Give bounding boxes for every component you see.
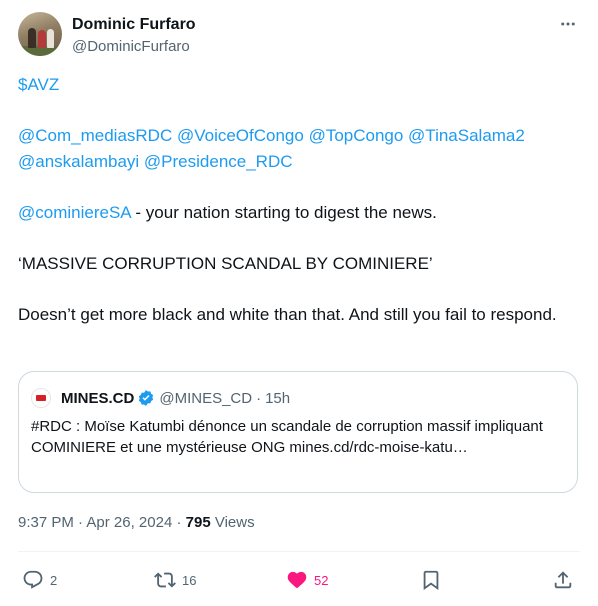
author-handle[interactable]: @DominicFurfaro — [72, 37, 190, 56]
avatar[interactable] — [18, 12, 62, 56]
tweet-header: Dominic Furfaro @DominicFurfaro — [18, 12, 580, 58]
quoted-avatar — [31, 388, 51, 408]
quoted-author-handle: @MINES_CD — [159, 389, 253, 407]
tweet-text-segment: - your nation starting to digest the new… — [130, 203, 437, 222]
repost-button[interactable]: 16 — [154, 564, 196, 596]
quoted-timestamp[interactable]: 15h — [265, 390, 290, 407]
like-count: 52 — [314, 572, 329, 588]
reply-button[interactable]: 2 — [22, 564, 57, 596]
bookmark-icon — [423, 570, 439, 591]
like-button[interactable]: 52 — [286, 564, 328, 596]
share-button[interactable] — [552, 564, 574, 596]
tweet-meta: 9:37 PM · Apr 26, 2024 · 795 Views — [18, 513, 255, 533]
quoted-headline: ‘MASSIVE CORRUPTION SCANDAL BY COMINIERE… — [18, 254, 433, 273]
tweet-time[interactable]: 9:37 PM — [18, 514, 74, 531]
mention-cominiere-link[interactable]: @cominiereSA — [18, 203, 131, 222]
tweet-text: $AVZ @Com_mediasRDC @VoiceOfCongo @TopCo… — [18, 72, 580, 328]
bookmark-button[interactable] — [420, 564, 442, 596]
cashtag-link[interactable]: $AVZ — [18, 75, 59, 94]
tweet-date[interactable]: Apr 26, 2024 — [86, 514, 172, 531]
meta-separator: · — [172, 514, 186, 531]
mentions-link-line1[interactable]: @Com_mediasRDC @VoiceOfCongo @TopCongo @… — [18, 126, 525, 145]
repost-icon — [154, 572, 176, 588]
quoted-author-name: MINES.CD — [61, 389, 135, 407]
reply-icon — [23, 570, 43, 589]
verified-icon — [139, 390, 154, 406]
quoted-tweet-card[interactable]: MINES.CD @MINES_CD · 15h #RDC : Moïse Ka… — [18, 371, 578, 493]
views-label: Views — [210, 514, 255, 531]
heart-icon — [287, 571, 307, 589]
share-icon — [554, 571, 572, 589]
reply-count: 2 — [50, 572, 58, 588]
mentions-link-line2[interactable]: @anskalambayi @Presidence_RDC — [18, 152, 293, 171]
more-icon[interactable] — [558, 14, 578, 34]
quoted-separator: · — [256, 389, 262, 407]
views-count: 795 — [185, 514, 211, 531]
action-bar: 2 16 52 — [18, 564, 580, 596]
meta-separator: · — [73, 514, 87, 531]
author-name[interactable]: Dominic Furfaro — [72, 15, 196, 35]
closing-text: Doesn’t get more black and white than th… — [18, 305, 557, 324]
quoted-tweet-header: MINES.CD @MINES_CD · 15h — [31, 388, 290, 408]
repost-count: 16 — [182, 572, 197, 588]
quoted-tweet-text: #RDC : Moïse Katumbi dénonce un scandale… — [31, 418, 543, 456]
divider — [18, 551, 580, 552]
